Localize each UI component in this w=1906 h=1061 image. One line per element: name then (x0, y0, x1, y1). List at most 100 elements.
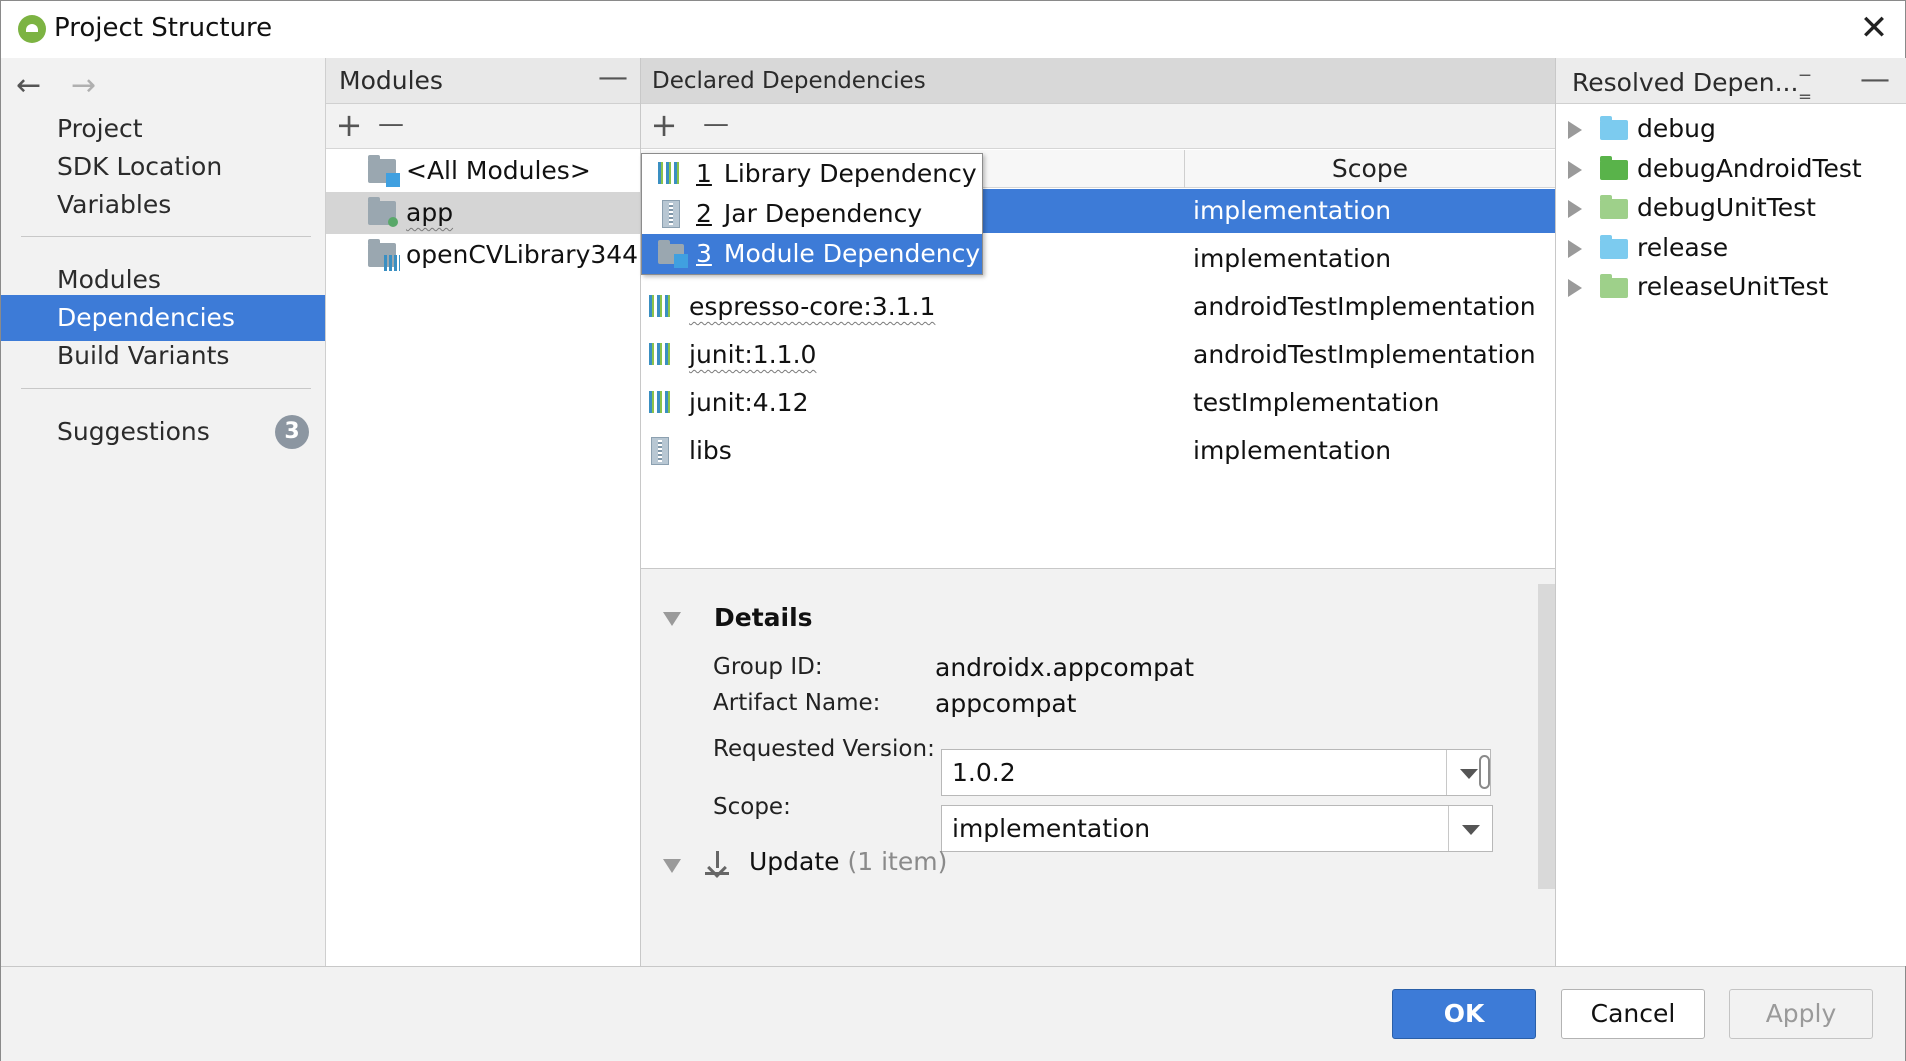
dependency-name: junit:4.12 (689, 388, 809, 417)
remove-module-button[interactable]: — (376, 109, 406, 139)
nav-item-build-variants[interactable]: Build Variants (1, 333, 325, 379)
remove-dependency-button[interactable]: — (701, 109, 731, 139)
resolved-variant-row[interactable]: releaseUnitTest (1556, 266, 1906, 308)
modules-panel: Modules — + — <All Modules> app openCVLi… (326, 58, 641, 966)
menu-label: Module Dependency (723, 239, 981, 268)
dependency-scope: testImplementation (1193, 388, 1440, 417)
dependency-row[interactable]: junit:4.12 testImplementation (641, 381, 1555, 425)
folder-icon (1600, 274, 1628, 298)
suggestions-count-badge: 3 (275, 415, 309, 449)
module-row-app[interactable]: app (326, 192, 640, 234)
resolved-variant-row[interactable]: debugUnitTest (1556, 187, 1906, 229)
expand-arrow-icon[interactable] (1568, 279, 1582, 297)
add-dependency-popup: 1 Library Dependency 2 Jar Dependency 3 Mod… (641, 153, 983, 275)
dependency-name: junit:1.1.0 (689, 340, 817, 369)
requested-version-combo[interactable]: 1.0.2 (941, 749, 1491, 796)
collapse-all-icon[interactable]: ‒ ‗ (1794, 64, 1816, 97)
details-panel: Details Group ID: androidx.appcompat Art… (641, 568, 1555, 966)
project-structure-dialog: Project Structure ✕ ← → Project SDK Loca… (0, 0, 1906, 1061)
folder-icon (1600, 155, 1628, 180)
menu-mnemonic: 2 (696, 199, 712, 228)
cancel-button[interactable]: Cancel (1561, 989, 1705, 1039)
resolved-variant-label: debug (1637, 114, 1716, 143)
resolved-variant-row[interactable]: release (1556, 227, 1906, 269)
download-icon-base (705, 872, 729, 875)
dependency-name: espresso-core:3.1.1 (689, 292, 936, 321)
details-title: Details (714, 603, 813, 632)
title-bar: Project Structure ✕ (1, 1, 1905, 58)
group-id-value: androidx.appcompat (935, 653, 1195, 682)
declared-header: Declared Dependencies (641, 58, 1555, 104)
update-count: (1 item) (847, 847, 948, 876)
close-icon[interactable]: ✕ (1856, 10, 1892, 46)
expand-arrow-icon[interactable] (1568, 200, 1582, 218)
folder-icon (1600, 234, 1628, 259)
update-label: Update (749, 847, 840, 876)
dependency-row[interactable]: espresso-core:3.1.1 androidTestImplement… (641, 285, 1555, 329)
expand-arrow-icon[interactable] (1568, 160, 1582, 179)
resolved-header: Resolved Depen... ‒ ‗ — (1556, 58, 1906, 104)
resolved-variant-row[interactable]: debug (1556, 108, 1906, 150)
menu-item-jar-dependency[interactable]: 2 Jar Dependency (642, 194, 982, 234)
resolved-variant-label: releaseUnitTest (1637, 272, 1829, 301)
forward-arrow-icon[interactable]: → (71, 68, 96, 103)
scope-combo[interactable]: implementation (941, 805, 1493, 852)
library-icon (658, 162, 682, 184)
menu-mnemonic: 1 (696, 159, 712, 188)
dependency-scope: androidTestImplementation (1193, 340, 1536, 369)
requested-version-label: Requested Version: (713, 736, 935, 762)
jar-icon (651, 437, 669, 465)
dependency-scope: implementation (1193, 196, 1392, 225)
library-icon (649, 391, 673, 413)
menu-item-module-dependency[interactable]: 3 Module Dependency (642, 234, 982, 274)
library-icon (649, 295, 673, 317)
left-nav: ← → Project SDK Location Variables Modul… (1, 58, 326, 966)
scope-label: Scope: (713, 794, 791, 820)
add-module-button[interactable]: + (334, 106, 364, 144)
update-section-title[interactable]: Update (1 item) (749, 847, 947, 876)
library-icon (649, 343, 673, 365)
expand-arrow-icon[interactable] (1568, 121, 1582, 139)
dialog-footer: OK Cancel Apply (1, 966, 1905, 1061)
module-row-all[interactable]: <All Modules> (326, 150, 640, 192)
module-label: openCVLibrary344 (406, 240, 639, 269)
folder-icon (1600, 116, 1628, 140)
details-scrollbar[interactable] (1538, 584, 1555, 889)
apply-button[interactable]: Apply (1729, 989, 1873, 1039)
window-title: Project Structure (54, 13, 273, 43)
menu-label: Jar Dependency (723, 199, 923, 228)
module-label: app (406, 198, 454, 227)
dependency-row[interactable]: junit:1.1.0 androidTestImplementation (641, 333, 1555, 377)
add-dependency-button[interactable]: + (649, 106, 679, 144)
nav-item-variables[interactable]: Variables (1, 182, 325, 228)
resolved-variant-row[interactable]: debugAndroidTest (1556, 148, 1906, 190)
menu-label: Library Dependency (723, 159, 977, 188)
back-arrow-icon[interactable]: ← (16, 68, 41, 103)
modules-title: Modules (339, 66, 443, 95)
menu-item-library-dependency[interactable]: 1 Library Dependency (642, 154, 982, 194)
dependency-scope: implementation (1193, 436, 1392, 465)
minimize-panel-icon[interactable]: — (598, 60, 628, 95)
declared-title: Declared Dependencies (652, 68, 926, 94)
collapse-details-icon[interactable] (663, 612, 681, 626)
module-icon (658, 240, 688, 268)
dependency-scope: androidTestImplementation (1193, 292, 1536, 321)
resolved-title: Resolved Depen... (1572, 68, 1799, 97)
minimize-panel-icon[interactable]: — (1860, 62, 1890, 97)
artifact-name-label: Artifact Name: (713, 690, 881, 716)
all-modules-icon (368, 155, 400, 187)
declared-toolbar: + — (641, 104, 1555, 149)
version-toggle[interactable] (1479, 755, 1490, 789)
dependency-scope: implementation (1193, 244, 1392, 273)
android-module-icon (368, 197, 398, 227)
resolved-variant-label: debugAndroidTest (1637, 153, 1862, 183)
ok-button[interactable]: OK (1392, 989, 1536, 1039)
expand-update-icon[interactable] (663, 859, 681, 873)
chevron-down-icon[interactable] (1448, 806, 1492, 851)
dependency-row[interactable]: libs implementation (641, 429, 1555, 473)
scope-column-header[interactable]: Scope (1184, 150, 1555, 188)
module-row-opencv[interactable]: openCVLibrary344 (326, 234, 640, 276)
expand-arrow-icon[interactable] (1568, 239, 1582, 258)
modules-toolbar: + — (326, 104, 640, 149)
resolved-variant-label: debugUnitTest (1637, 193, 1816, 222)
